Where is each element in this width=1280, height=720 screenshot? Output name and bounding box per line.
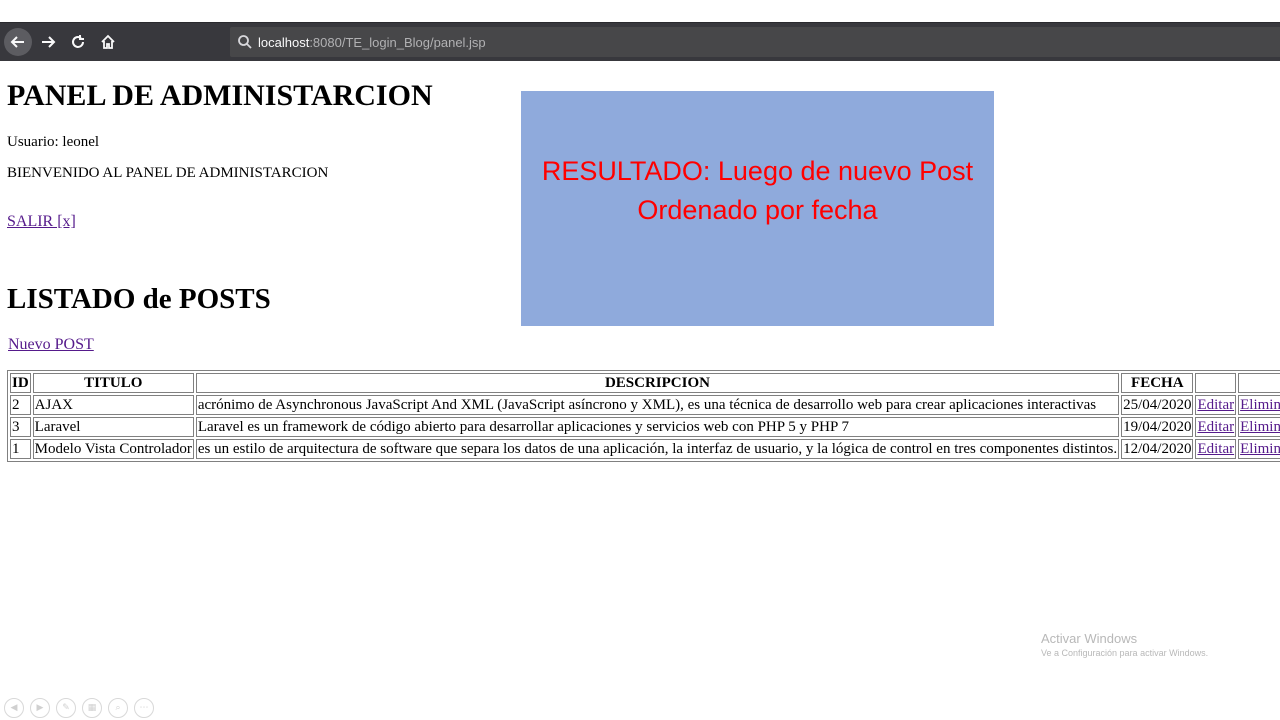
table-row: 1 Modelo Vista Controlador es un estilo … — [10, 439, 1280, 459]
cell-titulo: Modelo Vista Controlador — [32, 439, 194, 459]
browser-toolbar: localhost:8080/TE_login_Blog/panel.jsp — [0, 22, 1280, 61]
edit-link[interactable]: Editar — [1197, 397, 1234, 413]
table-row: 3 Laravel Laravel es un framework de cód… — [10, 417, 1280, 437]
window-top-strip — [0, 0, 1280, 22]
cell-id: 3 — [10, 417, 31, 437]
reload-icon — [72, 35, 84, 48]
user-label: Usuario: leonel — [7, 134, 100, 150]
annotation-line-1: RESULTADO: Luego de nuevo Post — [541, 155, 974, 186]
url-text: localhost:8080/TE_login_Blog/panel.jsp — [258, 35, 486, 50]
cell-id: 1 — [10, 439, 31, 459]
cell-id: 2 — [10, 395, 31, 415]
search-icon — [238, 35, 252, 49]
forward-button[interactable] — [34, 28, 62, 56]
table-row: 2 AJAX acrónimo de Asynchronous JavaScri… — [10, 395, 1280, 415]
cell-titulo: AJAX — [32, 395, 194, 415]
header-fecha: FECHA — [1121, 373, 1194, 393]
prev-slide-icon[interactable]: ◀ — [4, 698, 24, 718]
next-slide-icon[interactable]: ▶ — [30, 698, 50, 718]
watermark-subtitle: Ve a Configuración para activar Windows. — [1041, 648, 1209, 658]
cell-delete: Eliminar — [1238, 395, 1280, 415]
logout-link[interactable]: SALIR [x] — [7, 213, 76, 231]
cell-descripcion: Laravel es un framework de código abiert… — [195, 417, 1120, 437]
cell-delete: Eliminar — [1238, 417, 1280, 437]
url-path: :8080/TE_login_Blog/panel.jsp — [309, 34, 486, 50]
cell-descripcion: es un estilo de arquitectura de software… — [195, 439, 1120, 459]
url-host: localhost — [258, 34, 310, 50]
annotation-line-2: Ordenado por fecha — [637, 194, 878, 225]
delete-link[interactable]: Eliminar — [1240, 441, 1280, 457]
back-arrow-icon — [10, 36, 24, 48]
cell-edit: Editar — [1195, 395, 1237, 415]
back-button[interactable] — [4, 28, 32, 56]
cell-edit: Editar — [1195, 417, 1237, 437]
cell-fecha: 12/04/2020 — [1121, 439, 1194, 459]
presentation-toolbar: ◀ ▶ ✎ ▦ ⌕ ⋯ — [4, 698, 154, 718]
welcome-text: BIENVENIDO AL PANEL DE ADMINISTARCION — [7, 165, 329, 181]
cell-fecha: 19/04/2020 — [1121, 417, 1194, 437]
more-options-icon[interactable]: ⋯ — [134, 698, 154, 718]
home-icon — [101, 34, 115, 49]
windows-activation-watermark: Activar Windows Ve a Configuración para … — [1041, 631, 1208, 658]
cell-fecha: 25/04/2020 — [1121, 395, 1194, 415]
delete-link[interactable]: Eliminar — [1240, 397, 1280, 413]
cell-descripcion: acrónimo de Asynchronous JavaScript And … — [195, 395, 1120, 415]
edit-link[interactable]: Editar — [1197, 419, 1234, 435]
edit-link[interactable]: Editar — [1197, 441, 1234, 457]
posts-table: ID TITULO DESCRIPCION FECHA 2 AJAX acrón… — [7, 370, 1280, 462]
home-button[interactable] — [94, 28, 122, 56]
table-header-row: ID TITULO DESCRIPCION FECHA — [10, 373, 1280, 393]
result-annotation-box: RESULTADO: Luego de nuevo Post Ordenado … — [521, 91, 994, 326]
cell-titulo: Laravel — [32, 417, 194, 437]
delete-link[interactable]: Eliminar — [1240, 419, 1280, 435]
cell-edit: Editar — [1195, 439, 1237, 459]
header-delete — [1238, 373, 1280, 393]
posts-list-title: LISTADO de POSTS — [7, 283, 271, 315]
header-descripcion: DESCRIPCION — [195, 373, 1120, 393]
zoom-icon[interactable]: ⌕ — [108, 698, 128, 718]
header-titulo: TITULO — [32, 373, 194, 393]
watermark-title: Activar Windows — [1041, 631, 1138, 646]
pen-icon[interactable]: ✎ — [56, 698, 76, 718]
cell-delete: Eliminar — [1238, 439, 1280, 459]
url-bar[interactable]: localhost:8080/TE_login_Blog/panel.jsp — [230, 27, 1280, 57]
slides-grid-icon[interactable]: ▦ — [82, 698, 102, 718]
header-edit — [1195, 373, 1237, 393]
reload-button[interactable] — [64, 28, 92, 56]
new-post-link[interactable]: Nuevo POST — [8, 336, 94, 354]
forward-arrow-icon — [42, 36, 56, 48]
page-title: PANEL DE ADMINISTARCION — [7, 79, 433, 112]
header-id: ID — [10, 373, 31, 393]
